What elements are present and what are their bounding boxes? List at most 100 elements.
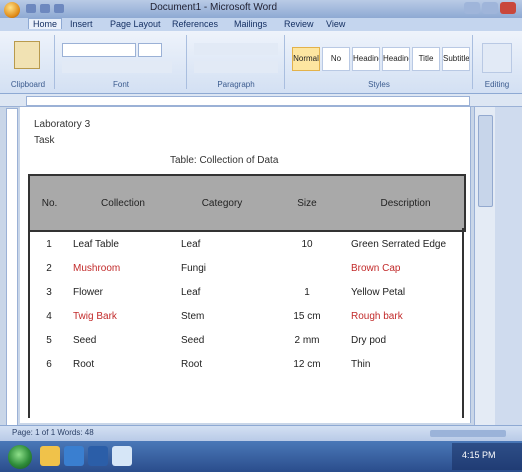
editing-label: Editing: [484, 80, 510, 89]
header-no: No.: [28, 174, 69, 232]
browser-icon[interactable]: [64, 446, 84, 466]
vertical-scrollbar[interactable]: [474, 107, 495, 425]
font-name-box[interactable]: [62, 43, 136, 57]
vertical-ruler: [6, 108, 18, 430]
cell-category: Root: [181, 358, 203, 370]
cell-collection: Leaf Table: [73, 238, 119, 250]
cell-size: 10: [301, 238, 313, 250]
paragraph-label: Paragraph: [217, 80, 255, 89]
side-panel: [495, 107, 522, 425]
list-buttons[interactable]: [194, 43, 278, 55]
clipboard-group: Clipboard: [2, 35, 55, 89]
status-text: Page: 1 of 1 Words: 48: [12, 428, 94, 437]
style-subtitle[interactable]: Subtitle: [442, 47, 470, 71]
tab-home[interactable]: Home: [28, 18, 63, 29]
start-button[interactable]: [8, 445, 32, 469]
table-left-border: [28, 228, 30, 418]
table-row: 6 Root Root 12 cm Thin: [29, 352, 465, 376]
cell-category: Leaf: [181, 238, 201, 250]
cell-collection: Seed: [73, 334, 97, 346]
clock: 4:15 PM: [462, 450, 496, 460]
style-heading-1[interactable]: Heading 1: [352, 47, 380, 71]
data-table: No. Collection Category Size Description…: [28, 174, 466, 376]
tab-references[interactable]: References: [172, 19, 218, 29]
cell-collection: Flower: [73, 286, 104, 298]
ruler-track: [26, 96, 470, 106]
office-button[interactable]: [4, 2, 20, 18]
styles-group: Normal No Spacing Heading 1 Heading 2 Ti…: [286, 35, 473, 89]
maximize-button[interactable]: [482, 2, 498, 14]
table-row: 1 Leaf Table Leaf 10 Green Serrated Edge: [29, 231, 465, 256]
cell-no: 5: [46, 334, 52, 346]
tab-insert[interactable]: Insert: [70, 19, 93, 29]
window-title: Document1 - Microsoft Word: [150, 2, 278, 13]
paste-icon[interactable]: [14, 41, 40, 69]
font-size-box[interactable]: [138, 43, 162, 57]
cell-description: Brown Cap: [351, 262, 401, 274]
style-normal[interactable]: Normal: [292, 47, 320, 71]
cell-size: 15 cm: [293, 310, 321, 322]
document-heading: Laboratory 3: [34, 119, 91, 130]
app-icon[interactable]: [112, 446, 132, 466]
ribbon: Clipboard Font Paragraph Normal No Spaci…: [0, 31, 522, 94]
header-description: Description: [347, 174, 466, 232]
cell-category: Stem: [181, 310, 205, 322]
find-icon[interactable]: [482, 43, 512, 73]
cell-no: 3: [46, 286, 52, 298]
zoom-slider[interactable]: [430, 430, 506, 437]
header-collection: Collection: [69, 174, 177, 232]
save-icon[interactable]: [26, 4, 36, 13]
cell-description: Thin: [351, 358, 371, 370]
cell-description: Dry pod: [351, 334, 387, 346]
table-row: 5 Seed Seed 2 mm Dry pod: [29, 328, 465, 352]
tab-page-layout[interactable]: Page Layout: [110, 19, 161, 29]
cell-size: 2 mm: [294, 334, 320, 346]
undo-icon[interactable]: [40, 4, 50, 13]
cell-size: [267, 256, 347, 280]
editing-group: Editing: [474, 35, 520, 89]
tab-mailings[interactable]: Mailings: [234, 19, 267, 29]
ribbon-tabs: Home Insert Page Layout References Maili…: [0, 18, 522, 31]
cell-category: Seed: [181, 334, 205, 346]
cell-category: Leaf: [181, 286, 201, 298]
style-heading-2[interactable]: Heading 2: [382, 47, 410, 71]
align-buttons[interactable]: [194, 61, 278, 73]
minimize-button[interactable]: [464, 2, 480, 14]
table-row: 4 Twig Bark Stem 15 cm Rough bark: [29, 304, 465, 328]
font-label: Font: [112, 80, 129, 89]
cell-no: 1: [46, 238, 52, 250]
folder-icon[interactable]: [40, 446, 60, 466]
table-row: 3 Flower Leaf 1 Yellow Petal: [29, 280, 465, 304]
tab-review[interactable]: Review: [284, 19, 314, 29]
clipboard-label: Clipboard: [10, 80, 46, 89]
tab-view[interactable]: View: [326, 19, 345, 29]
style-no-spacing[interactable]: No Spacing: [322, 47, 350, 71]
horizontal-ruler: [0, 94, 522, 107]
document-page[interactable]: Laboratory 3 Task Table: Collection of D…: [20, 107, 471, 423]
close-button[interactable]: [500, 2, 516, 14]
title-bar: Document1 - Microsoft Word: [0, 0, 522, 18]
redo-icon[interactable]: [54, 4, 64, 13]
table-row: 2 Mushroom Fungi Brown Cap: [29, 256, 465, 280]
cell-description: Rough bark: [351, 310, 403, 322]
paragraph-group: Paragraph: [188, 35, 285, 89]
cell-size: 12 cm: [293, 358, 321, 370]
cell-description: Yellow Petal: [351, 286, 406, 298]
header-category: Category: [177, 174, 267, 232]
font-group: Font: [56, 35, 187, 89]
style-title[interactable]: Title: [412, 47, 440, 71]
cell-description: Green Serrated Edge: [351, 238, 447, 250]
header-size: Size: [267, 174, 347, 232]
table-caption: Table: Collection of Data: [170, 155, 279, 166]
document-subheading: Task: [34, 135, 55, 146]
table-header-row: No. Collection Category Size Description: [28, 174, 466, 232]
styles-label: Styles: [368, 80, 390, 89]
word-icon[interactable]: [88, 446, 108, 466]
cell-category: Fungi: [181, 262, 207, 274]
cell-size: 1: [304, 286, 310, 298]
table-right-border: [462, 228, 464, 418]
font-format-buttons[interactable]: [62, 61, 172, 73]
cell-collection: Mushroom: [73, 262, 121, 274]
cell-no: 4: [46, 310, 52, 322]
scroll-thumb[interactable]: [478, 115, 493, 207]
